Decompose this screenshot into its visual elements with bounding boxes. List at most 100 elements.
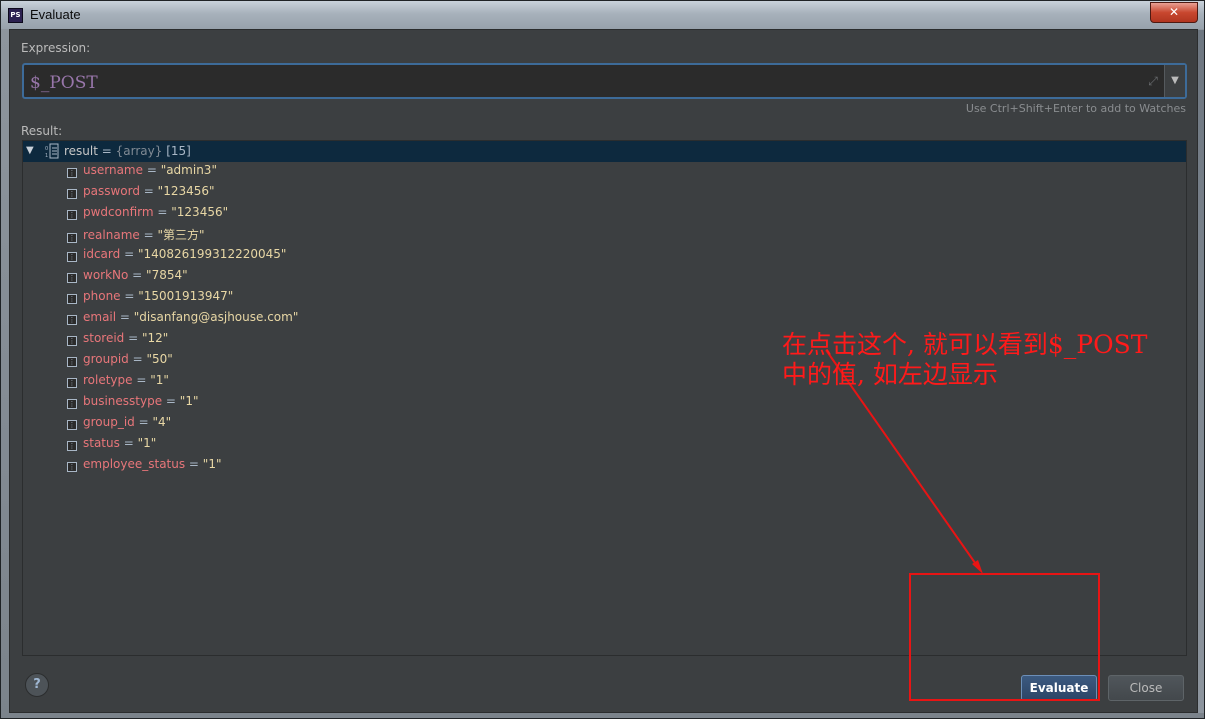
variable-row[interactable]: ⋮ realname = "第三方" [67, 226, 205, 247]
variable-value: "1" [179, 394, 199, 408]
variable-equals: = [124, 331, 142, 345]
variable-icon: ⋮ [67, 273, 77, 283]
help-button[interactable]: ? [25, 673, 49, 697]
variable-equals: = [134, 415, 153, 429]
variable-row[interactable]: ⋮ phone = "15001913947" [67, 289, 233, 310]
variable-value: "123456" [171, 205, 229, 219]
watches-hint: Use Ctrl+Shift+Enter to add to Watches [965, 102, 1186, 115]
result-label: Result: [21, 124, 63, 138]
root-name: result [64, 144, 98, 158]
variable-name: pwdconfirm [83, 205, 154, 219]
variable-value: "123456" [157, 184, 215, 198]
root-eq: = [97, 144, 116, 158]
variable-icon: ⋮ [67, 315, 77, 325]
variable-name: workNo [83, 268, 129, 282]
expression-input[interactable] [28, 70, 1142, 96]
variable-name: phone [83, 289, 121, 303]
variable-icon: ⋮ [67, 420, 77, 430]
variable-row[interactable]: ⋮ workNo = "7854" [67, 268, 188, 289]
variable-equals: = [153, 205, 172, 219]
variable-row[interactable]: ⋮ pwdconfirm = "123456" [67, 205, 228, 226]
variable-name: status [83, 436, 120, 450]
variable-value: "4" [152, 415, 172, 429]
variable-row[interactable]: ⋮ status = "1" [67, 436, 156, 457]
title-bar[interactable]: PS Evaluate ✕ [1, 1, 1204, 29]
variable-icon: ⋮ [67, 189, 77, 199]
variable-icon: ⋮ [67, 399, 77, 409]
variable-name: roletype [83, 373, 133, 387]
variable-row[interactable]: ⋮ password = "123456" [67, 184, 215, 205]
variable-name: storeid [83, 331, 125, 345]
variable-equals: = [128, 352, 147, 366]
variable-equals: = [119, 436, 138, 450]
annotation-line-2: 中的值, 如左边显示 [782, 360, 998, 389]
variable-row[interactable]: ⋮ group_id = "4" [67, 415, 171, 436]
variable-row[interactable]: ⋮ groupid = "50" [67, 352, 173, 373]
variable-icon: ⋮ [67, 210, 77, 220]
annotation-highlight-box [909, 573, 1100, 701]
variable-name: group_id [83, 415, 135, 429]
variable-row[interactable]: ⋮ storeid = "12" [67, 331, 168, 352]
variable-name: password [83, 184, 140, 198]
variable-value: "140826199312220045" [137, 247, 287, 261]
variable-equals: = [128, 268, 147, 282]
array-icon: 0 1 [45, 143, 59, 159]
variable-equals: = [139, 184, 158, 198]
variable-icon: ⋮ [67, 378, 77, 388]
variable-equals: = [139, 228, 158, 242]
variable-row[interactable]: ⋮ employee_status = "1" [67, 457, 221, 478]
variable-equals: = [143, 163, 161, 177]
variable-icon: ⋮ [67, 252, 77, 262]
history-dropdown-icon[interactable]: ▼ [1164, 65, 1185, 97]
variable-row[interactable]: ⋮ email = "disanfang@asjhouse.com" [67, 310, 298, 331]
root-type: {array} [115, 144, 163, 158]
variable-value: "admin3" [160, 163, 217, 177]
variable-value: "7854" [146, 268, 188, 282]
annotation-text: 在点击这个, 就可以看到$_POST 中的值, 如左边显示 [782, 330, 1197, 390]
variable-icon: ⋮ [67, 357, 77, 367]
variable-value: "第三方" [157, 228, 205, 242]
close-icon: ✕ [1168, 5, 1180, 19]
expression-field[interactable]: ⤢ ▼ [22, 63, 1187, 99]
phpstorm-app-icon: PS [8, 8, 23, 23]
variable-equals: = [185, 457, 203, 471]
variable-icon: ⋮ [67, 441, 77, 451]
variable-value: "disanfang@asjhouse.com" [133, 310, 299, 324]
annotation-line-1: 在点击这个, 就可以看到$_POST [782, 330, 1148, 359]
variable-name: realname [83, 228, 140, 242]
variable-value: "15001913947" [138, 289, 234, 303]
root-count: [15] [162, 144, 191, 158]
window-close-button[interactable]: ✕ [1150, 2, 1198, 23]
variable-equals: = [132, 373, 151, 387]
variable-name: email [83, 310, 117, 324]
variable-name: employee_status [83, 457, 186, 471]
variable-value: "12" [142, 331, 169, 345]
variable-equals: = [116, 310, 134, 324]
close-button[interactable]: Close [1108, 675, 1184, 701]
variable-name: username [83, 163, 143, 177]
variable-name: groupid [83, 352, 129, 366]
expand-icon[interactable]: ⤢ [1145, 73, 1161, 89]
variable-icon: ⋮ [67, 168, 77, 178]
result-root-row[interactable]: ▼ 0 1 result = {array} [15] [23, 141, 1186, 162]
result-root-label: result = {array} [15] [64, 144, 191, 158]
variable-value: "50" [146, 352, 173, 366]
variable-row[interactable]: ⋮ businesstype = "1" [67, 394, 198, 415]
variable-row[interactable]: ⋮ roletype = "1" [67, 373, 169, 394]
svg-text:0: 0 [45, 146, 48, 152]
window-title: Evaluate [30, 7, 81, 22]
variable-equals: = [120, 247, 138, 261]
variable-equals: = [162, 394, 180, 408]
variable-name: idcard [83, 247, 121, 261]
variable-row[interactable]: ⋮ username = "admin3" [67, 163, 217, 184]
svg-text:1: 1 [45, 153, 48, 159]
expression-label: Expression: [21, 41, 91, 55]
window-border-strip [1198, 30, 1204, 713]
variable-icon: ⋮ [67, 294, 77, 304]
variable-name: businesstype [83, 394, 163, 408]
variable-icon: ⋮ [67, 336, 77, 346]
variable-value: "1" [150, 373, 169, 387]
variable-row[interactable]: ⋮ idcard = "140826199312220045" [67, 247, 286, 268]
collapse-arrow-icon[interactable]: ▼ [26, 144, 36, 158]
variable-icon: ⋮ [67, 233, 77, 243]
